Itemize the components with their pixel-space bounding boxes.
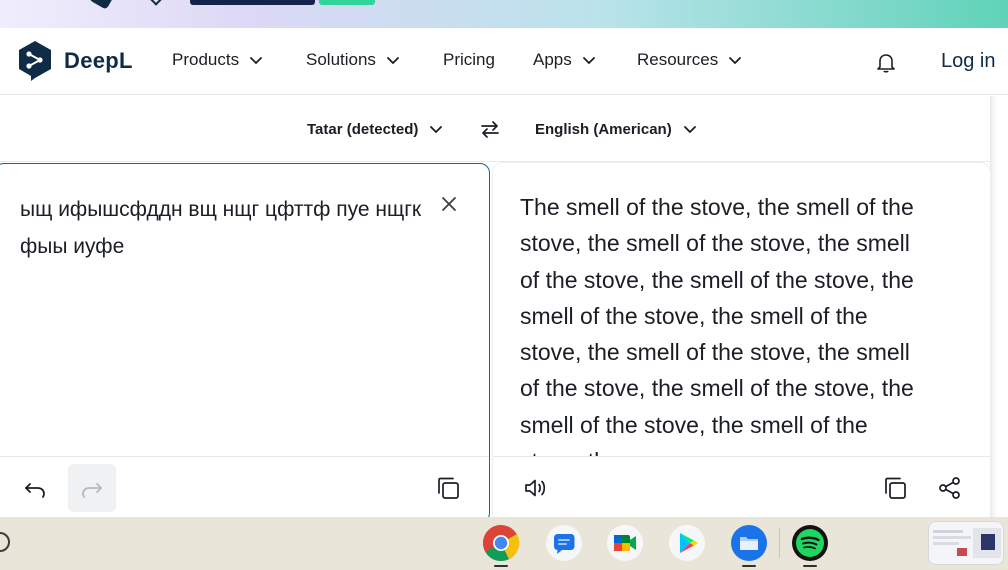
divider xyxy=(493,456,990,457)
undo-icon[interactable] xyxy=(22,476,48,502)
chevron-down-icon xyxy=(683,126,696,134)
source-language-select[interactable]: Tatar (detected) xyxy=(307,120,445,138)
redo-icon xyxy=(82,483,102,498)
running-indicator xyxy=(494,565,508,567)
messages-icon[interactable] xyxy=(545,524,583,562)
nav-products[interactable]: Products xyxy=(172,50,265,70)
promo-banner xyxy=(0,0,1008,28)
deepl-logo-icon xyxy=(19,41,51,81)
chevron-down-icon xyxy=(387,57,399,65)
nav-solutions-label: Solutions xyxy=(306,50,376,69)
banner-badge xyxy=(319,0,375,5)
banner-logo xyxy=(88,0,116,10)
chrome-icon[interactable] xyxy=(482,524,520,562)
nav-resources[interactable]: Resources xyxy=(637,50,744,70)
running-indicator xyxy=(803,565,817,567)
meet-icon[interactable] xyxy=(606,524,644,562)
nav-solutions[interactable]: Solutions xyxy=(306,50,402,70)
chevron-down-icon xyxy=(150,0,162,6)
target-language-label: English (American) xyxy=(535,120,672,138)
top-nav: DeepL Products Solutions Pricing Apps Re… xyxy=(0,28,1008,95)
banner-button[interactable] xyxy=(190,0,315,5)
chevron-down-icon xyxy=(582,57,595,65)
chevron-down-icon xyxy=(729,57,742,65)
share-icon[interactable] xyxy=(937,475,963,501)
chevron-down-icon xyxy=(250,57,262,65)
deepl-logo[interactable]: DeepL xyxy=(18,40,133,82)
translation-output: The smell of the stove, the smell of the… xyxy=(520,189,920,456)
speaker-icon[interactable] xyxy=(522,474,550,502)
source-text-input[interactable]: ыщ ифышсфддн вщ нщг цфттф пуе нщгк фыы и… xyxy=(20,191,430,265)
copy-icon[interactable] xyxy=(434,474,462,502)
nav-resources-label: Resources xyxy=(637,50,719,69)
window-preview-thumbnail[interactable] xyxy=(928,521,1004,565)
nav-pricing-label: Pricing xyxy=(443,50,495,69)
target-language-select[interactable]: English (American) xyxy=(535,120,699,138)
page-edge xyxy=(990,96,1008,517)
source-language-label: Tatar (detected) xyxy=(307,120,419,138)
swap-icon[interactable] xyxy=(479,118,501,140)
nav-pricing[interactable]: Pricing xyxy=(443,50,495,70)
chevron-down-icon xyxy=(430,126,443,134)
divider xyxy=(0,456,489,457)
nav-apps[interactable]: Apps xyxy=(533,50,598,70)
spotify-icon[interactable] xyxy=(791,524,829,562)
copy-icon[interactable] xyxy=(881,474,909,502)
running-indicator xyxy=(742,565,756,567)
language-bar: Tatar (detected) English (American) xyxy=(0,96,990,162)
thumbnail-image xyxy=(929,522,1003,564)
taskbar-separator xyxy=(779,528,780,558)
nav-products-label: Products xyxy=(172,50,240,69)
brand-name: DeepL xyxy=(64,48,133,73)
bell-icon[interactable] xyxy=(874,50,898,74)
play-store-icon[interactable] xyxy=(668,524,706,562)
close-icon[interactable] xyxy=(438,193,460,215)
files-icon[interactable] xyxy=(730,524,768,562)
nav-apps-label: Apps xyxy=(533,50,572,69)
login-link[interactable]: Log in xyxy=(941,50,996,73)
translation-text: The smell of the stove, the smell of the… xyxy=(520,194,914,456)
